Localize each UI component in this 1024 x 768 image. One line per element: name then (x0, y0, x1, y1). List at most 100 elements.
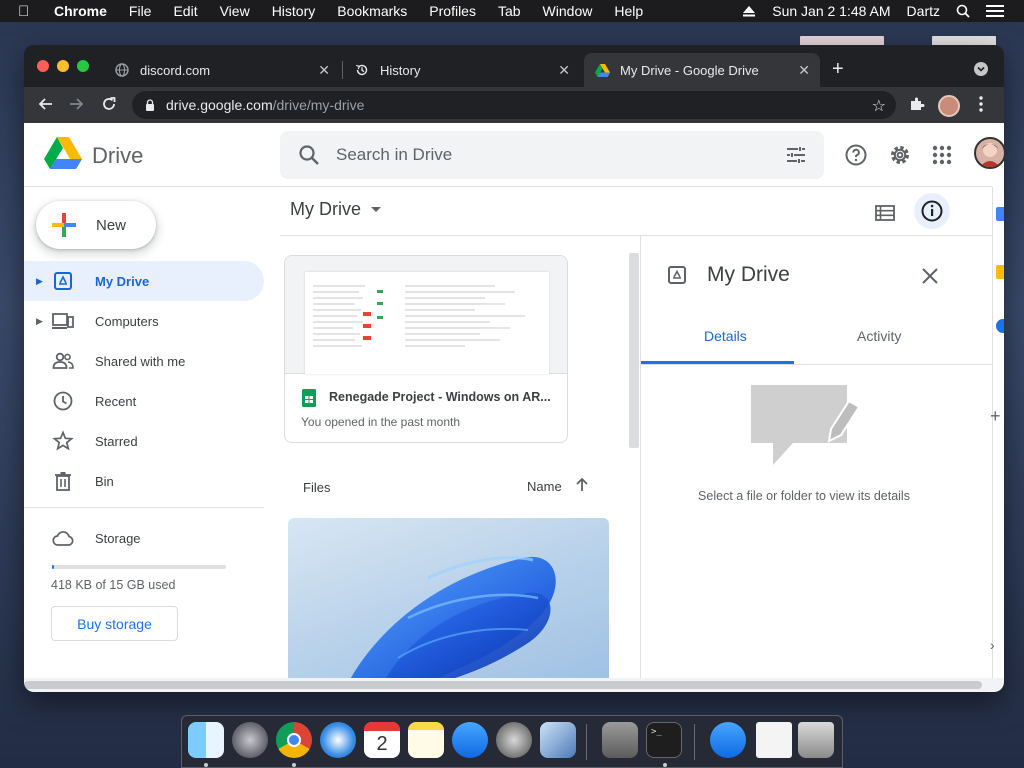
tab-search-icon[interactable] (974, 62, 988, 76)
my-drive-icon (668, 266, 686, 284)
empty-details-illustration (751, 385, 861, 465)
sort-by-name-button[interactable]: Name (527, 479, 562, 494)
browser-menu-icon[interactable] (972, 96, 990, 114)
settings-gear-icon[interactable] (888, 143, 912, 167)
notes-icon[interactable] (408, 722, 444, 758)
back-arrow-icon[interactable] (36, 96, 54, 114)
main-title-dropdown[interactable]: My Drive (290, 199, 381, 220)
expand-caret-icon[interactable]: ▶ (36, 316, 43, 327)
chrome-profile-avatar[interactable] (938, 95, 960, 117)
window-close-button[interactable] (37, 60, 49, 72)
nav-label: My Drive (95, 273, 150, 289)
content-scrollbar[interactable] (629, 253, 639, 448)
lock-icon[interactable] (144, 99, 156, 111)
tab-close-icon[interactable]: ✕ (318, 62, 330, 79)
tab-close-icon[interactable]: ✕ (798, 62, 810, 79)
view-details-button[interactable] (914, 193, 950, 229)
menu-view[interactable]: View (220, 3, 250, 19)
nav-item-shared-with-me[interactable]: Shared with me (24, 341, 264, 381)
menu-file[interactable]: File (129, 3, 152, 19)
horizontal-scrollbar[interactable] (24, 678, 1004, 692)
add-addons-icon[interactable]: + (990, 406, 1001, 427)
quick-access-card[interactable]: Renegade Project - Windows on AR... You … (284, 255, 568, 443)
buy-storage-button[interactable]: Buy storage (51, 606, 178, 641)
system-preferences-icon[interactable] (496, 722, 532, 758)
spotlight-search-icon[interactable] (956, 4, 970, 18)
chrome-icon[interactable] (276, 722, 312, 758)
drive-app-name[interactable]: Drive (92, 143, 143, 169)
scrollbar-thumb[interactable] (24, 681, 982, 689)
tab-close-icon[interactable]: ✕ (558, 62, 570, 79)
menubar-user[interactable]: Dartz (907, 3, 940, 19)
window-minimize-button[interactable] (57, 60, 69, 72)
drive-search-bar[interactable] (280, 131, 824, 179)
new-button[interactable]: New (36, 201, 156, 249)
calendar-app-icon[interactable]: 2 (364, 722, 400, 758)
close-icon[interactable] (920, 266, 940, 286)
tab-discord[interactable]: discord.com ✕ (104, 53, 340, 87)
menu-history[interactable]: History (272, 3, 316, 19)
new-tab-button[interactable]: + (832, 59, 844, 79)
nav-item-my-drive[interactable]: ▶ My Drive (24, 261, 264, 301)
nav-item-recent[interactable]: Recent (24, 381, 264, 421)
app-store-icon[interactable] (452, 722, 488, 758)
side-panel-rail (992, 187, 1004, 678)
menu-profiles[interactable]: Profiles (429, 3, 476, 19)
tab-details[interactable]: Details (704, 328, 747, 344)
safari-icon[interactable] (320, 722, 356, 758)
file-thumbnail[interactable] (288, 518, 609, 678)
nav-item-computers[interactable]: ▶ Computers (24, 301, 264, 341)
eject-icon[interactable] (742, 5, 756, 17)
search-options-icon[interactable] (784, 143, 808, 167)
search-input[interactable] (336, 143, 756, 167)
menu-app-chrome[interactable]: Chrome (54, 3, 107, 19)
nav-item-starred[interactable]: Starred (24, 421, 264, 461)
tab-google-drive[interactable]: My Drive - Google Drive ✕ (584, 53, 820, 87)
tasks-icon[interactable] (996, 319, 1004, 333)
control-center-icon[interactable] (986, 4, 1004, 18)
menu-edit[interactable]: Edit (173, 3, 197, 19)
menu-window[interactable]: Window (543, 3, 593, 19)
cloud-icon (52, 531, 74, 546)
calendar-icon[interactable] (996, 207, 1004, 221)
drive-header: Drive (24, 123, 1004, 187)
apple-menu-icon[interactable]:  (18, 3, 40, 20)
downloads-app-store-icon[interactable] (710, 722, 746, 758)
menu-help[interactable]: Help (614, 3, 643, 19)
documents-stack-icon[interactable] (756, 722, 792, 758)
keep-icon[interactable] (996, 265, 1004, 279)
reload-icon[interactable] (100, 96, 118, 114)
window-zoom-button[interactable] (77, 60, 89, 72)
list-view-icon[interactable] (874, 202, 896, 224)
sort-ascending-arrow-icon[interactable] (573, 476, 591, 494)
disk-utility-icon[interactable] (602, 722, 638, 758)
google-drive-logo[interactable] (44, 137, 82, 171)
nav-item-storage[interactable]: Storage (24, 518, 264, 558)
nav-label: Recent (95, 393, 137, 409)
google-sheets-icon (302, 389, 316, 407)
tab-history[interactable]: History ✕ (344, 53, 580, 87)
bookmark-star-icon[interactable]: ☆ (872, 96, 886, 116)
apps-grid-icon[interactable] (930, 143, 954, 167)
menubar-clock[interactable]: Sun Jan 2 1:48 AM (772, 3, 890, 19)
trash-icon[interactable] (798, 722, 834, 758)
menu-bookmarks[interactable]: Bookmarks (337, 3, 407, 19)
terminal-icon[interactable]: >_ (646, 722, 682, 758)
nav-label: Computers (95, 313, 159, 329)
launchpad-icon[interactable] (232, 722, 268, 758)
search-icon[interactable] (298, 144, 320, 166)
nav-item-bin[interactable]: Bin (24, 461, 264, 501)
menu-tab[interactable]: Tab (498, 3, 521, 19)
expand-caret-icon[interactable]: ▶ (36, 276, 43, 287)
extensions-puzzle-icon[interactable] (908, 96, 926, 114)
help-icon[interactable] (844, 143, 868, 167)
account-avatar[interactable] (974, 137, 1004, 169)
files-section-label: Files (303, 480, 331, 495)
chevron-right-icon[interactable]: › (990, 637, 995, 653)
virtualbox-icon[interactable] (540, 722, 576, 758)
address-bar[interactable]: drive.google.com/drive/my-drive ☆ (132, 91, 896, 119)
nav-divider (24, 507, 264, 508)
tab-activity[interactable]: Activity (857, 328, 901, 344)
forward-arrow-icon[interactable] (68, 96, 86, 114)
finder-icon[interactable] (188, 722, 224, 758)
